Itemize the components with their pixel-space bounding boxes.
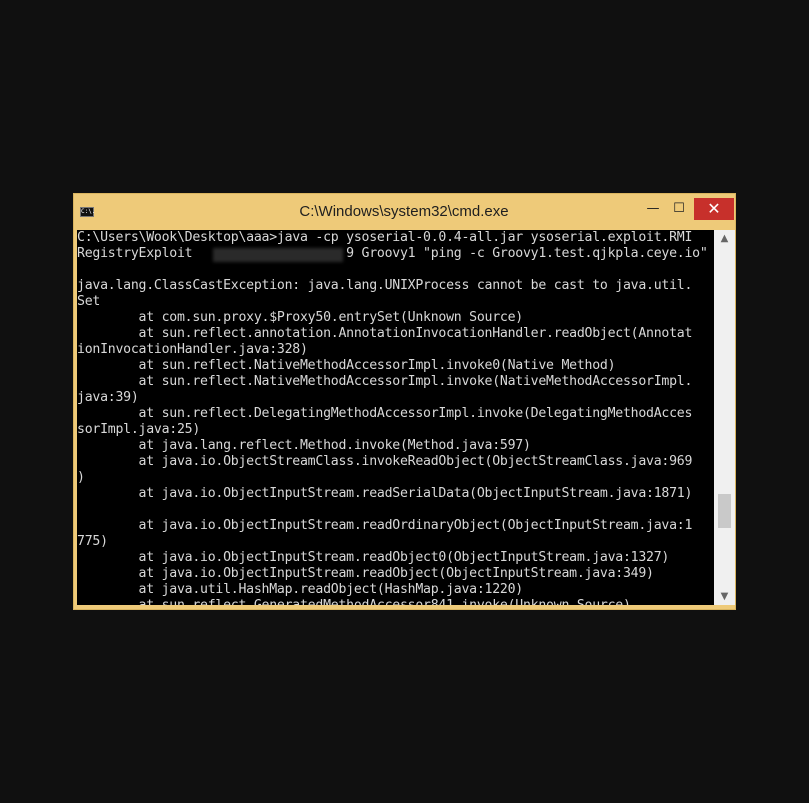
window-title: C:\Windows\system32\cmd.exe <box>299 203 509 220</box>
console-line: at com.sun.proxy.$Proxy50.entrySet(Unkno… <box>138 310 524 325</box>
console-line: at sun.reflect.NativeMethodAccessorImpl.… <box>138 374 693 389</box>
window-bottom-border <box>74 605 735 609</box>
console-line: Set <box>77 294 101 309</box>
cmd-app-icon[interactable]: C:\. <box>80 207 95 217</box>
redacted-region <box>213 248 343 262</box>
console-line: at java.io.ObjectInputStream.readOrdinar… <box>138 518 693 533</box>
scroll-thumb[interactable] <box>718 494 731 528</box>
console-line: RegistryExploit 9 Groovy1 "ping -c Groov… <box>77 246 708 261</box>
console-line: at java.io.ObjectInputStream.readObject(… <box>138 566 654 581</box>
scroll-up-arrow-icon[interactable]: ▲ <box>714 230 735 247</box>
maximize-button[interactable]: ☐ <box>666 198 692 220</box>
close-button[interactable]: ✕ <box>694 198 734 220</box>
vertical-scrollbar[interactable]: ▲ ▼ <box>714 230 735 605</box>
console-line: at sun.reflect.annotation.AnnotationInvo… <box>138 326 693 341</box>
console-line: java:39) <box>77 390 139 405</box>
console-line: 775) <box>77 534 108 549</box>
console-line: C:\Users\Wook\Desktop\aaa>java -cp ysose… <box>77 230 693 245</box>
minimize-button[interactable]: — <box>640 198 666 220</box>
console-line: at java.util.HashMap.readObject(HashMap.… <box>138 582 524 597</box>
console-line: java.lang.ClassCastException: java.lang.… <box>77 278 693 293</box>
console-text: C:\Users\Wook\Desktop\aaa>java -cp ysose… <box>77 230 714 605</box>
scroll-down-arrow-icon[interactable]: ▼ <box>714 588 735 605</box>
console-output[interactable]: C:\Users\Wook\Desktop\aaa>java -cp ysose… <box>77 230 714 605</box>
console-line: ionInvocationHandler.java:328) <box>77 342 308 357</box>
console-line: at java.lang.reflect.Method.invoke(Metho… <box>138 438 531 453</box>
console-line: at java.io.ObjectInputStream.readSerialD… <box>138 486 693 501</box>
console-line: at sun.reflect.NativeMethodAccessorImpl.… <box>138 358 616 373</box>
console-line: at sun.reflect.GeneratedMethodAccessor84… <box>77 598 631 605</box>
console-line: at java.io.ObjectStreamClass.invokeReadO… <box>138 454 693 469</box>
console-line: at java.io.ObjectInputStream.readObject0… <box>138 550 670 565</box>
title-bar[interactable]: C:\. C:\Windows\system32\cmd.exe — ☐ ✕ <box>74 194 735 230</box>
console-line: ) <box>77 470 85 485</box>
cmd-window: C:\. C:\Windows\system32\cmd.exe — ☐ ✕ C… <box>73 193 736 610</box>
console-line: sorImpl.java:25) <box>77 422 201 437</box>
console-line: at sun.reflect.DelegatingMethodAccessorI… <box>138 406 693 421</box>
